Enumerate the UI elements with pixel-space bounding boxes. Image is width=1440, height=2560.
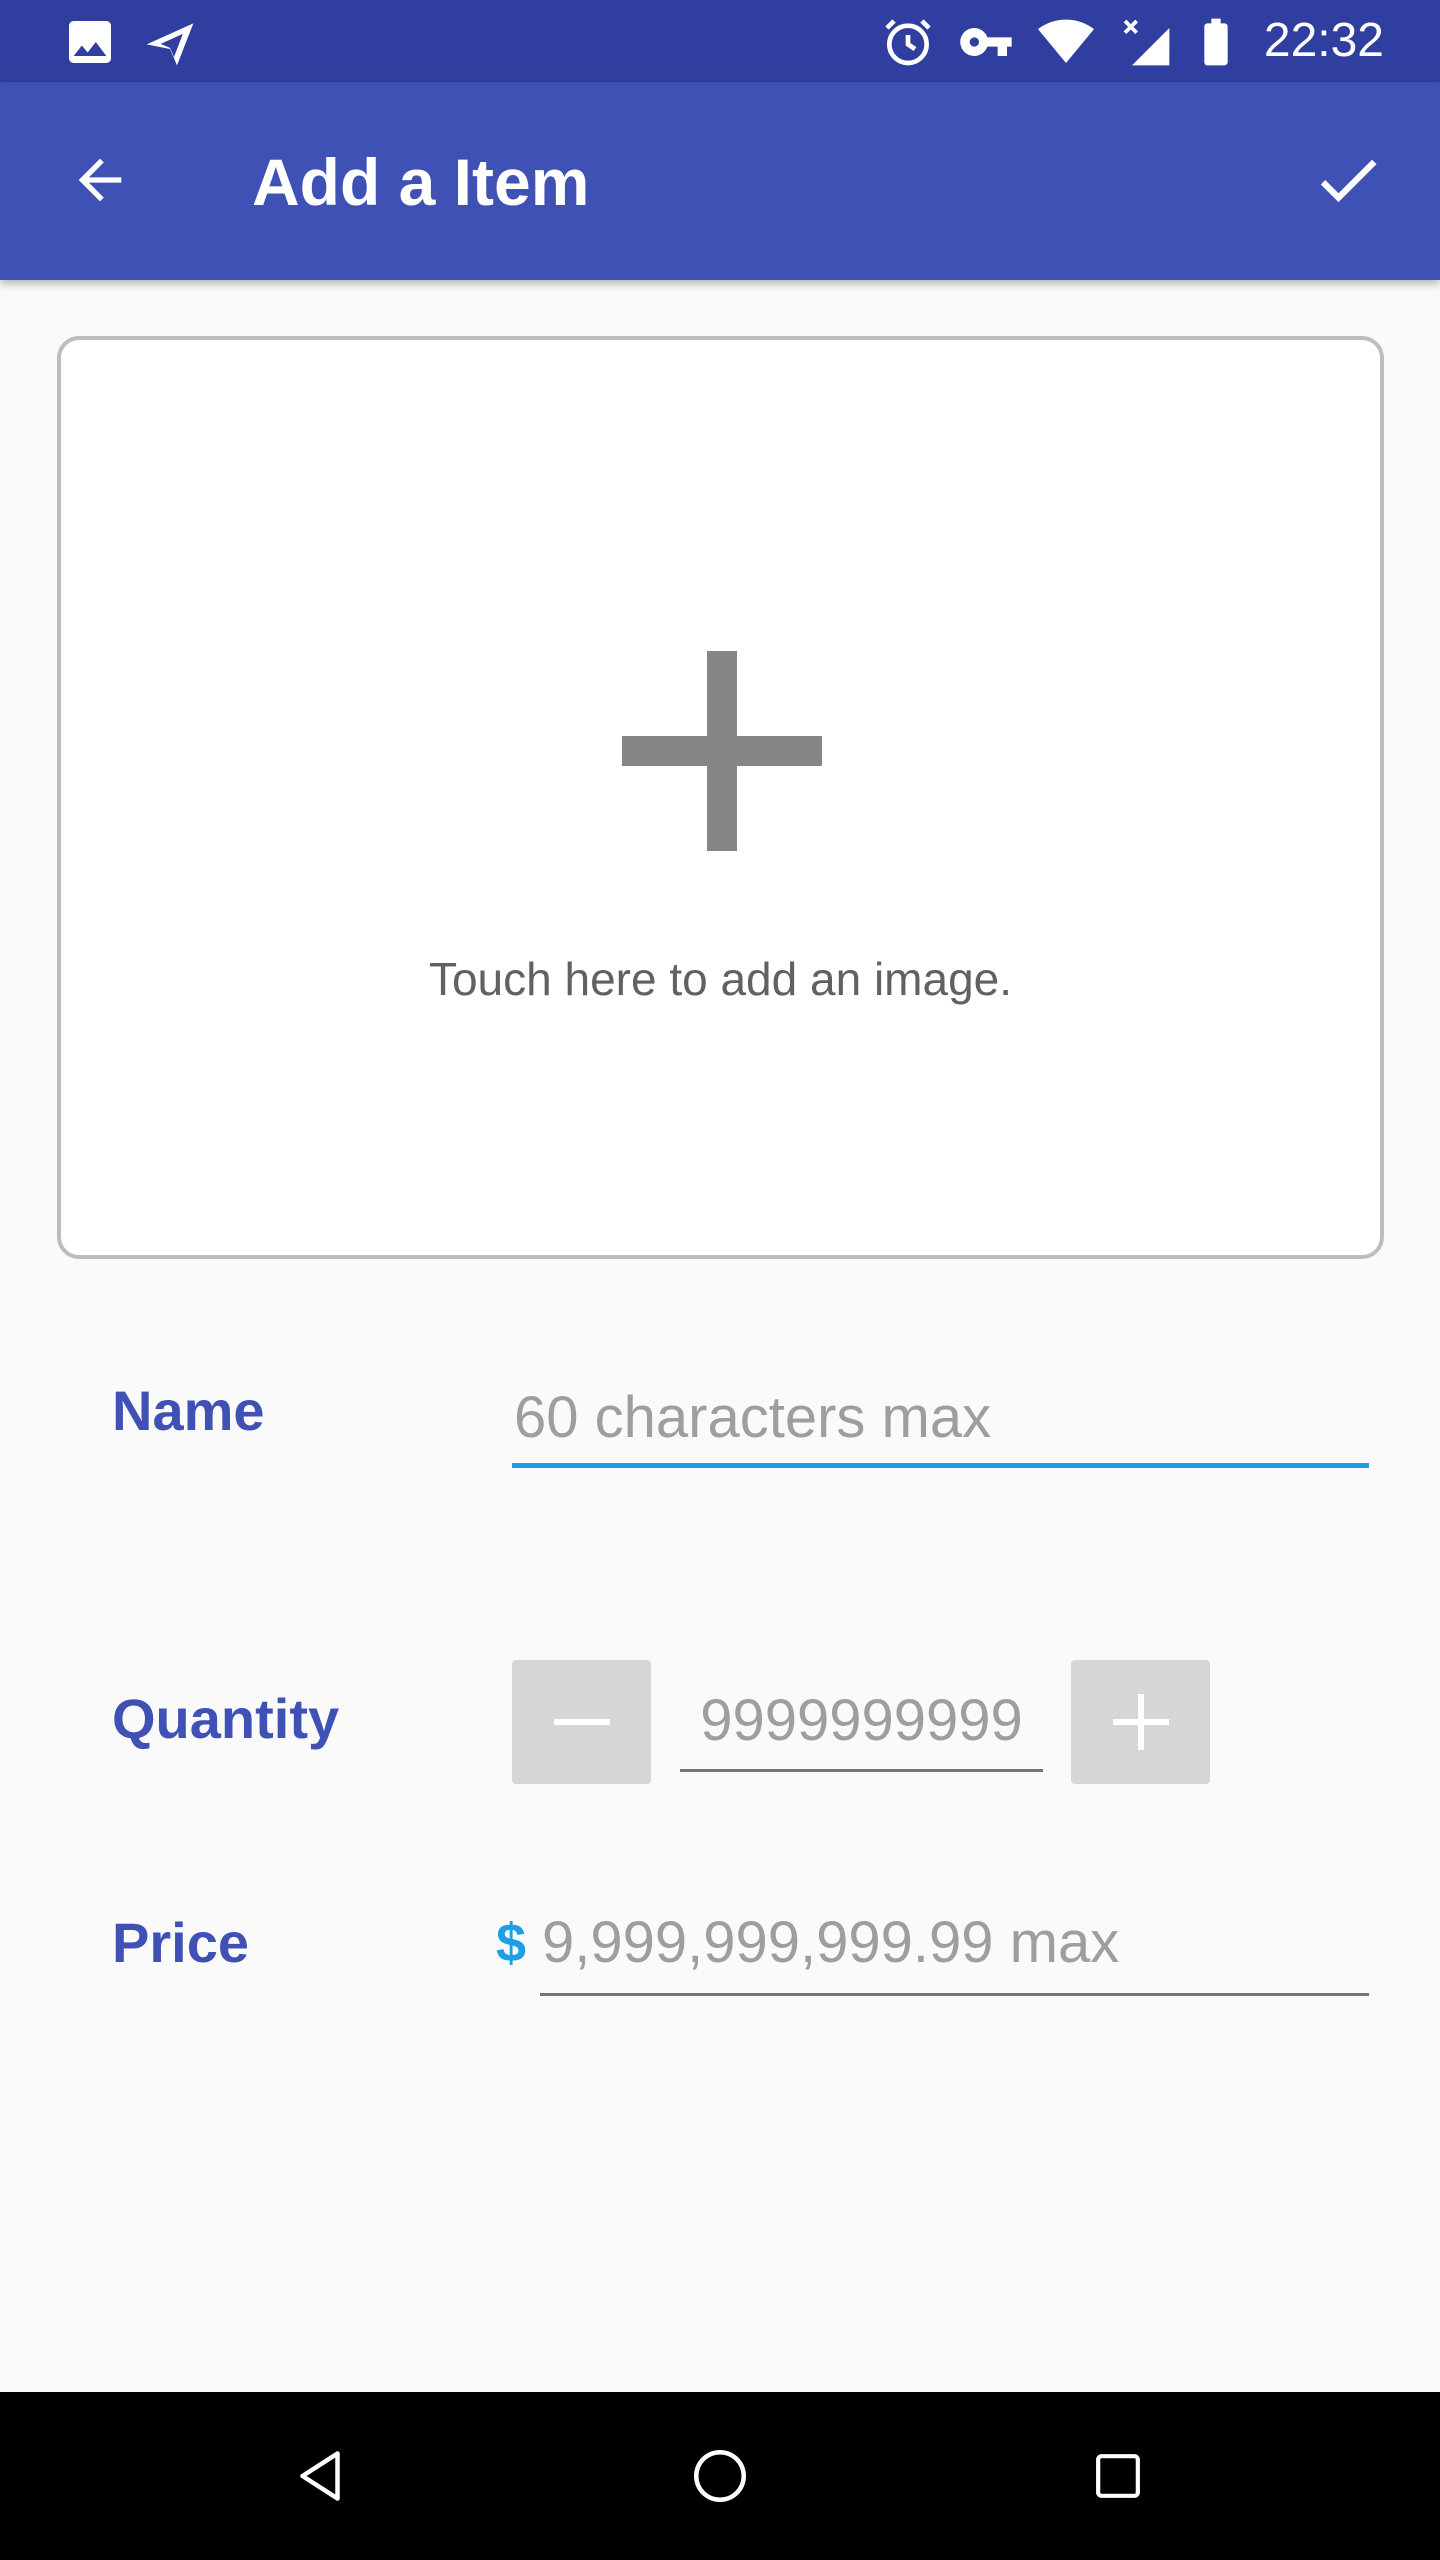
name-label: Name — [112, 1379, 265, 1442]
quantity-input[interactable] — [680, 1672, 1043, 1772]
quantity-label: Quantity — [112, 1687, 340, 1750]
status-bar: 22:32 — [0, 0, 1440, 82]
key-icon — [960, 28, 1012, 56]
price-input[interactable] — [540, 1892, 1369, 1996]
increment-button[interactable] — [1071, 1660, 1210, 1784]
status-time: 22:32 — [1263, 14, 1384, 67]
app-bar: Add a Item — [0, 82, 1440, 280]
price-label: Price — [112, 1911, 249, 1974]
currency-symbol: $ — [496, 1913, 527, 1973]
image-picker[interactable]: Touch here to add an image. — [57, 336, 1384, 1259]
battery-icon — [1204, 18, 1228, 66]
nav-recents-button[interactable] — [1068, 2426, 1168, 2526]
confirm-button[interactable] — [1296, 128, 1400, 232]
check-icon — [1320, 159, 1377, 203]
image-icon — [69, 21, 111, 63]
nav-back-button[interactable] — [270, 2426, 370, 2526]
image-hint-text: Touch here to add an image. — [428, 953, 1013, 1005]
add-item-screen: 22:32 Add a Item Touch here to add an im… — [0, 0, 1440, 2560]
name-input[interactable] — [512, 1372, 1369, 1468]
alarm-icon — [885, 19, 931, 66]
system-nav-bar — [0, 2392, 1440, 2560]
minus-icon — [553, 1719, 610, 1725]
page-title: Add a Item — [252, 145, 590, 219]
arrow-back-icon — [78, 158, 122, 202]
back-button[interactable] — [48, 128, 152, 232]
plus-icon — [1112, 1694, 1169, 1750]
wifi-icon — [1038, 19, 1094, 64]
decrement-button[interactable] — [512, 1660, 651, 1784]
nav-recents-icon — [1096, 2454, 1140, 2498]
add-image-plus-icon — [622, 651, 822, 851]
nav-home-button[interactable] — [670, 2426, 770, 2526]
signal-icon — [1123, 19, 1170, 66]
send-icon — [146, 23, 194, 66]
nav-home-icon — [694, 2450, 746, 2502]
nav-back-icon — [300, 2451, 340, 2501]
